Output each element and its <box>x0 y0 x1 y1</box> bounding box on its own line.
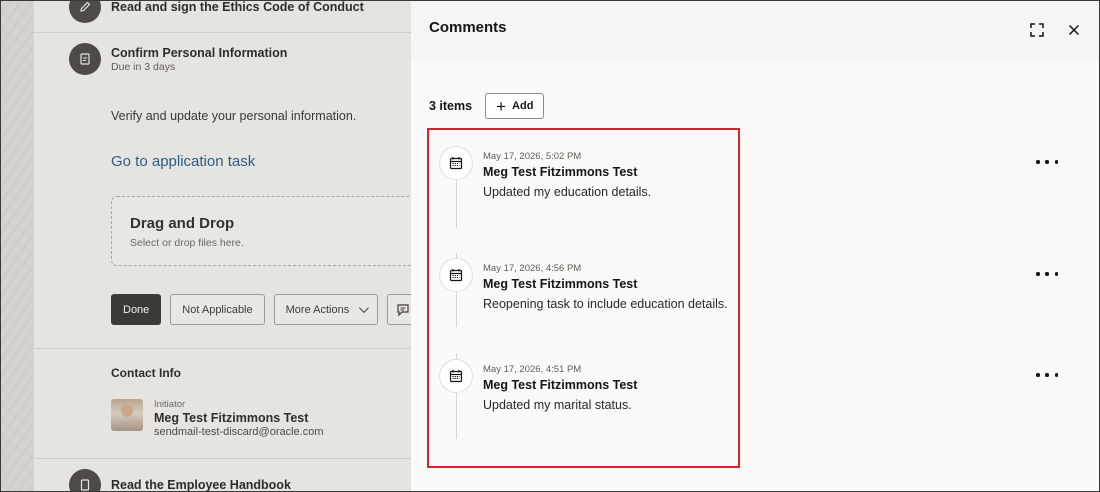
task-item-personal-info[interactable]: Confirm Personal Information Due in 3 da… <box>69 43 287 75</box>
add-comment-button[interactable]: + Add <box>485 93 545 119</box>
dropzone-title: Drag and Drop <box>130 215 235 232</box>
more-actions-button[interactable]: More Actions <box>273 294 379 325</box>
comment-body: Updated my marital status. <box>483 398 632 412</box>
divider <box>34 348 444 349</box>
task-item-ethics[interactable]: Read and sign the Ethics Code of Conduct <box>69 0 364 23</box>
more-actions-label: More Actions <box>285 303 350 316</box>
background-pattern <box>1 1 34 491</box>
timeline-connector <box>456 292 457 327</box>
not-applicable-button[interactable]: Not Applicable <box>170 294 265 325</box>
calendar-icon <box>439 258 473 292</box>
divider <box>34 32 444 33</box>
contact-card: Initiator Meg Test Fitzimmons Test sendm… <box>111 399 324 438</box>
comment-date: May 17, 2026, 5:02 PM <box>483 151 582 162</box>
comment-author: Meg Test Fitzimmons Test <box>483 165 638 179</box>
contact-name: Meg Test Fitzimmons Test <box>154 411 309 425</box>
task-item-handbook[interactable]: Read the Employee Handbook <box>69 469 291 492</box>
divider <box>34 458 444 459</box>
contact-heading: Contact Info <box>111 366 181 380</box>
done-button[interactable]: Done <box>111 294 162 325</box>
close-icon[interactable] <box>1065 21 1083 39</box>
task-due: Due in 3 days <box>111 60 176 73</box>
avatar <box>111 399 143 431</box>
application-task-link[interactable]: Go to application task <box>111 153 255 170</box>
task-icon <box>69 43 101 75</box>
file-dropzone[interactable]: Drag and Drop Select or drop files here. <box>111 196 431 266</box>
task-title: Confirm Personal Information <box>111 45 288 60</box>
contact-email: sendmail-test-discard@oracle.com <box>154 426 324 438</box>
pencil-icon <box>69 1 101 23</box>
chevron-down-icon <box>359 303 370 314</box>
comment-icon <box>397 303 409 316</box>
item-count: 3 items <box>429 99 473 113</box>
drawer-title: Comments <box>429 19 507 36</box>
add-label: Add <box>512 100 534 112</box>
document-icon <box>69 469 101 491</box>
task-actions: Done Not Applicable More Actions <box>111 294 420 325</box>
comment-body: Reopening task to include education deta… <box>483 297 728 311</box>
comment-date: May 17, 2026, 4:56 PM <box>483 263 582 274</box>
comment-date: May 17, 2026, 4:51 PM <box>483 364 582 375</box>
calendar-icon <box>439 359 473 393</box>
comments-toolbar: 3 items + Add <box>429 93 545 119</box>
plus-icon: + <box>496 96 507 116</box>
calendar-icon <box>439 146 473 180</box>
comment-author: Meg Test Fitzimmons Test <box>483 378 638 392</box>
task-title: Read and sign the Ethics Code of Conduct <box>111 0 364 14</box>
comments-drawer: Comments 3 items + Add May 17, 2026, 5:0… <box>411 1 1099 491</box>
comment-body: Updated my education details. <box>483 185 652 199</box>
comment-author: Meg Test Fitzimmons Test <box>483 277 638 291</box>
task-description: Verify and update your personal informat… <box>111 109 357 123</box>
contact-role: Initiator <box>154 399 186 410</box>
dropzone-subtitle: Select or drop files here. <box>130 237 244 249</box>
more-options-icon[interactable] <box>1036 266 1058 282</box>
expand-icon[interactable] <box>1028 21 1046 39</box>
timeline-connector <box>456 180 457 228</box>
drawer-header: Comments <box>411 1 1099 61</box>
more-options-icon[interactable] <box>1036 154 1058 170</box>
more-options-icon[interactable] <box>1036 367 1058 383</box>
task-title: Read the Employee Handbook <box>111 478 291 492</box>
timeline-connector <box>456 393 457 439</box>
screen: Read and sign the Ethics Code of Conduct… <box>0 0 1100 492</box>
